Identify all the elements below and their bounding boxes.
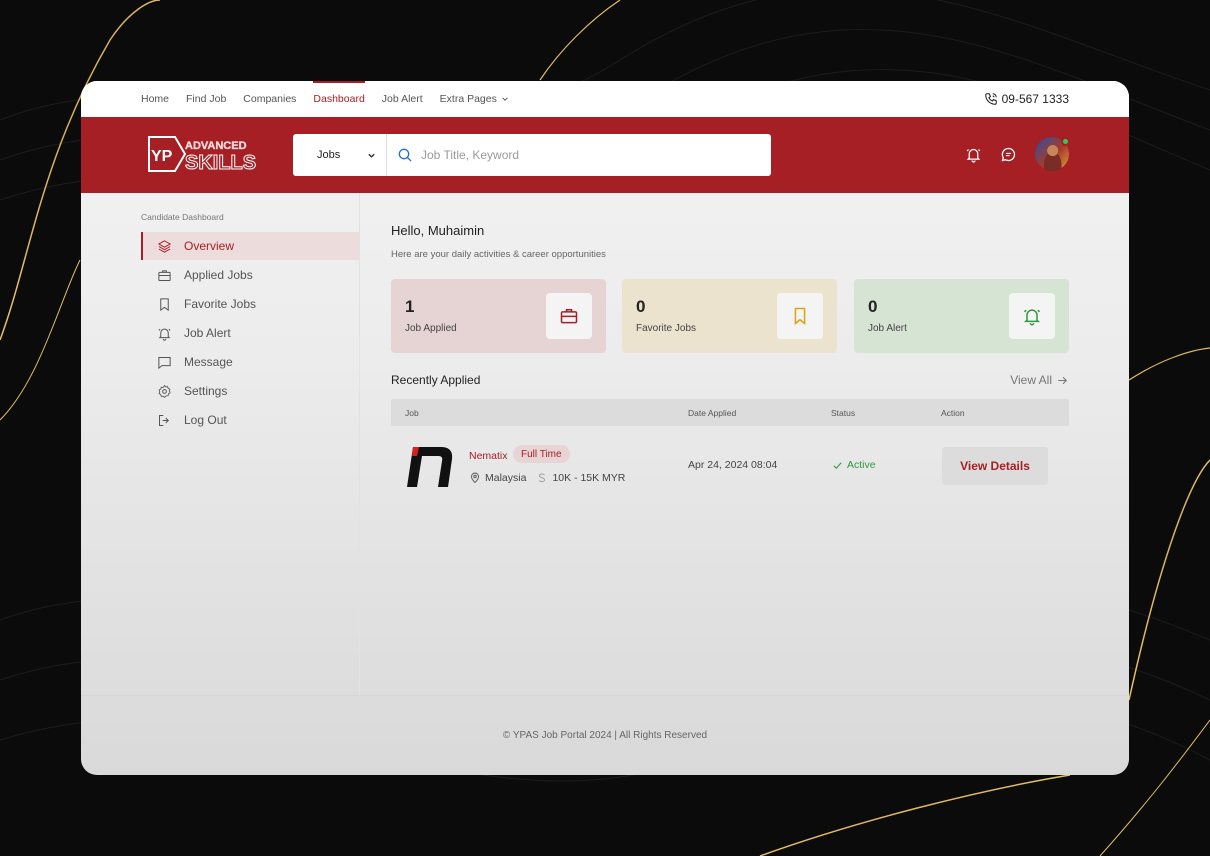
stat-card-favorite-jobs[interactable]: 0 Favorite Jobs	[622, 279, 837, 353]
sidebar-item-log-out[interactable]: Log Out	[141, 406, 359, 434]
stat-label: Favorite Jobs	[636, 323, 697, 334]
gear-icon	[158, 384, 171, 398]
bell-icon	[158, 328, 171, 341]
stat-label: Job Alert	[868, 323, 907, 334]
greeting: Hello, Muhaimin	[391, 223, 485, 238]
chevron-down-icon	[368, 153, 375, 158]
job-location: Malaysia	[485, 472, 527, 484]
chevron-down-icon	[502, 97, 508, 101]
arrow-right-icon	[1058, 376, 1068, 384]
phone-icon	[984, 93, 997, 105]
phone-number: 09-567 1333	[1001, 92, 1069, 106]
bookmark-icon	[794, 307, 806, 326]
sidebar-item-job-alert[interactable]: Job Alert	[141, 319, 359, 347]
svg-text:YP: YP	[151, 148, 173, 165]
job-meta: Malaysia 10K - 15K MYR	[469, 472, 625, 484]
sidebar-caption: Candidate Dashboard	[141, 212, 224, 222]
sidebar-item-label: Message	[184, 355, 233, 369]
column-header-action: Action	[941, 408, 965, 418]
message-icon	[158, 356, 171, 369]
logout-icon	[159, 414, 169, 426]
table-row: Nematix Full Time Malaysia 10K - 15K MYR…	[391, 439, 1069, 493]
stat-value: 0	[868, 297, 878, 316]
svg-text:ADVANCED: ADVANCED	[185, 140, 247, 152]
search-category-select[interactable]: Jobs	[293, 134, 387, 176]
stat-card-job-alert[interactable]: 0 Job Alert	[854, 279, 1069, 353]
sidebar-item-label: Settings	[184, 384, 228, 398]
job-type-badge: Full Time	[513, 445, 570, 463]
view-details-button[interactable]: View Details	[942, 447, 1048, 485]
copyright-text: © YPAS Job Portal 2024 | All Rights Rese…	[502, 730, 708, 741]
nav-extra-pages[interactable]: Extra Pages	[440, 81, 509, 117]
stat-card-job-applied[interactable]: 1 Job Applied	[391, 279, 606, 353]
job-salary: 10K - 15K MYR	[552, 472, 626, 484]
column-header-date: Date Applied	[688, 408, 737, 418]
dashboard-body: Candidate Dashboard Overview Applied Job…	[81, 193, 1129, 695]
main-header: YP ADVANCED SKILLS Jobs	[81, 117, 1129, 193]
stat-value: 0	[636, 297, 646, 316]
company-name[interactable]: Nematix	[469, 450, 508, 462]
svg-text:SKILLS: SKILLS	[185, 152, 256, 174]
table-header: Job Date Applied Status Action	[391, 399, 1069, 426]
search-icon	[398, 148, 412, 162]
view-all-label: View All	[1010, 373, 1052, 387]
stat-icon-box	[777, 293, 823, 339]
online-status-dot	[1061, 137, 1070, 146]
app-window: Home Find Job Companies Dashboard Job Al…	[81, 81, 1129, 775]
recently-applied-title: Recently Applied	[391, 373, 481, 387]
date-applied: Apr 24, 2024 08:04	[688, 459, 778, 471]
top-navigation: Home Find Job Companies Dashboard Job Al…	[81, 81, 1129, 117]
footer: © YPAS Job Portal 2024 | All Rights Rese…	[81, 695, 1129, 775]
column-header-job: Job	[405, 408, 419, 418]
nav-home[interactable]: Home	[141, 81, 169, 117]
stat-label: Job Applied	[405, 323, 457, 334]
sidebar-item-overview[interactable]: Overview	[141, 232, 359, 260]
status-label: Active	[847, 459, 876, 471]
nav-dashboard[interactable]: Dashboard	[313, 81, 366, 117]
bell-icon	[1023, 309, 1041, 326]
sidebar: Candidate Dashboard Overview Applied Job…	[81, 193, 360, 695]
column-header-status: Status	[831, 408, 856, 418]
nav-job-alert[interactable]: Job Alert	[382, 81, 423, 117]
sidebar-item-settings[interactable]: Settings	[141, 377, 359, 405]
sidebar-item-label: Log Out	[184, 413, 227, 427]
briefcase-icon	[560, 309, 578, 324]
bell-icon[interactable]	[965, 146, 982, 163]
chat-icon[interactable]	[1000, 146, 1017, 163]
stat-icon-box	[1009, 293, 1055, 339]
layers-icon	[157, 239, 172, 253]
view-all-link[interactable]: View All	[1010, 373, 1069, 387]
avatar[interactable]	[1035, 137, 1070, 171]
sidebar-item-favorite-jobs[interactable]: Favorite Jobs	[141, 290, 359, 318]
search-category-value: Jobs	[317, 149, 341, 161]
nav-find-job[interactable]: Find Job	[186, 81, 226, 117]
sidebar-item-message[interactable]: Message	[141, 348, 359, 376]
bookmark-icon	[160, 297, 169, 311]
sidebar-item-label: Applied Jobs	[184, 268, 253, 282]
advanced-skills-logo[interactable]: YP ADVANCED SKILLS	[145, 131, 267, 177]
sidebar-item-applied-jobs[interactable]: Applied Jobs	[141, 261, 359, 289]
greeting-subtitle: Here are your daily activities & career …	[391, 249, 606, 260]
nematix-logo	[407, 447, 453, 487]
phone-contact: 09-567 1333	[984, 81, 1069, 117]
nav-extra-pages-label: Extra Pages	[439, 93, 497, 105]
sidebar-item-label: Overview	[184, 239, 235, 253]
salary-icon	[539, 473, 546, 483]
stat-value: 1	[405, 297, 415, 316]
search-input[interactable]	[421, 148, 741, 162]
stat-icon-box	[546, 293, 592, 339]
location-pin-icon	[471, 472, 479, 484]
nav-companies[interactable]: Companies	[243, 81, 296, 117]
search-bar: Jobs	[293, 134, 771, 176]
check-icon	[833, 461, 842, 469]
sidebar-item-label: Job Alert	[184, 326, 231, 340]
status-badge: Active	[832, 459, 876, 471]
sidebar-item-label: Favorite Jobs	[184, 297, 257, 311]
briefcase-icon	[158, 269, 171, 281]
